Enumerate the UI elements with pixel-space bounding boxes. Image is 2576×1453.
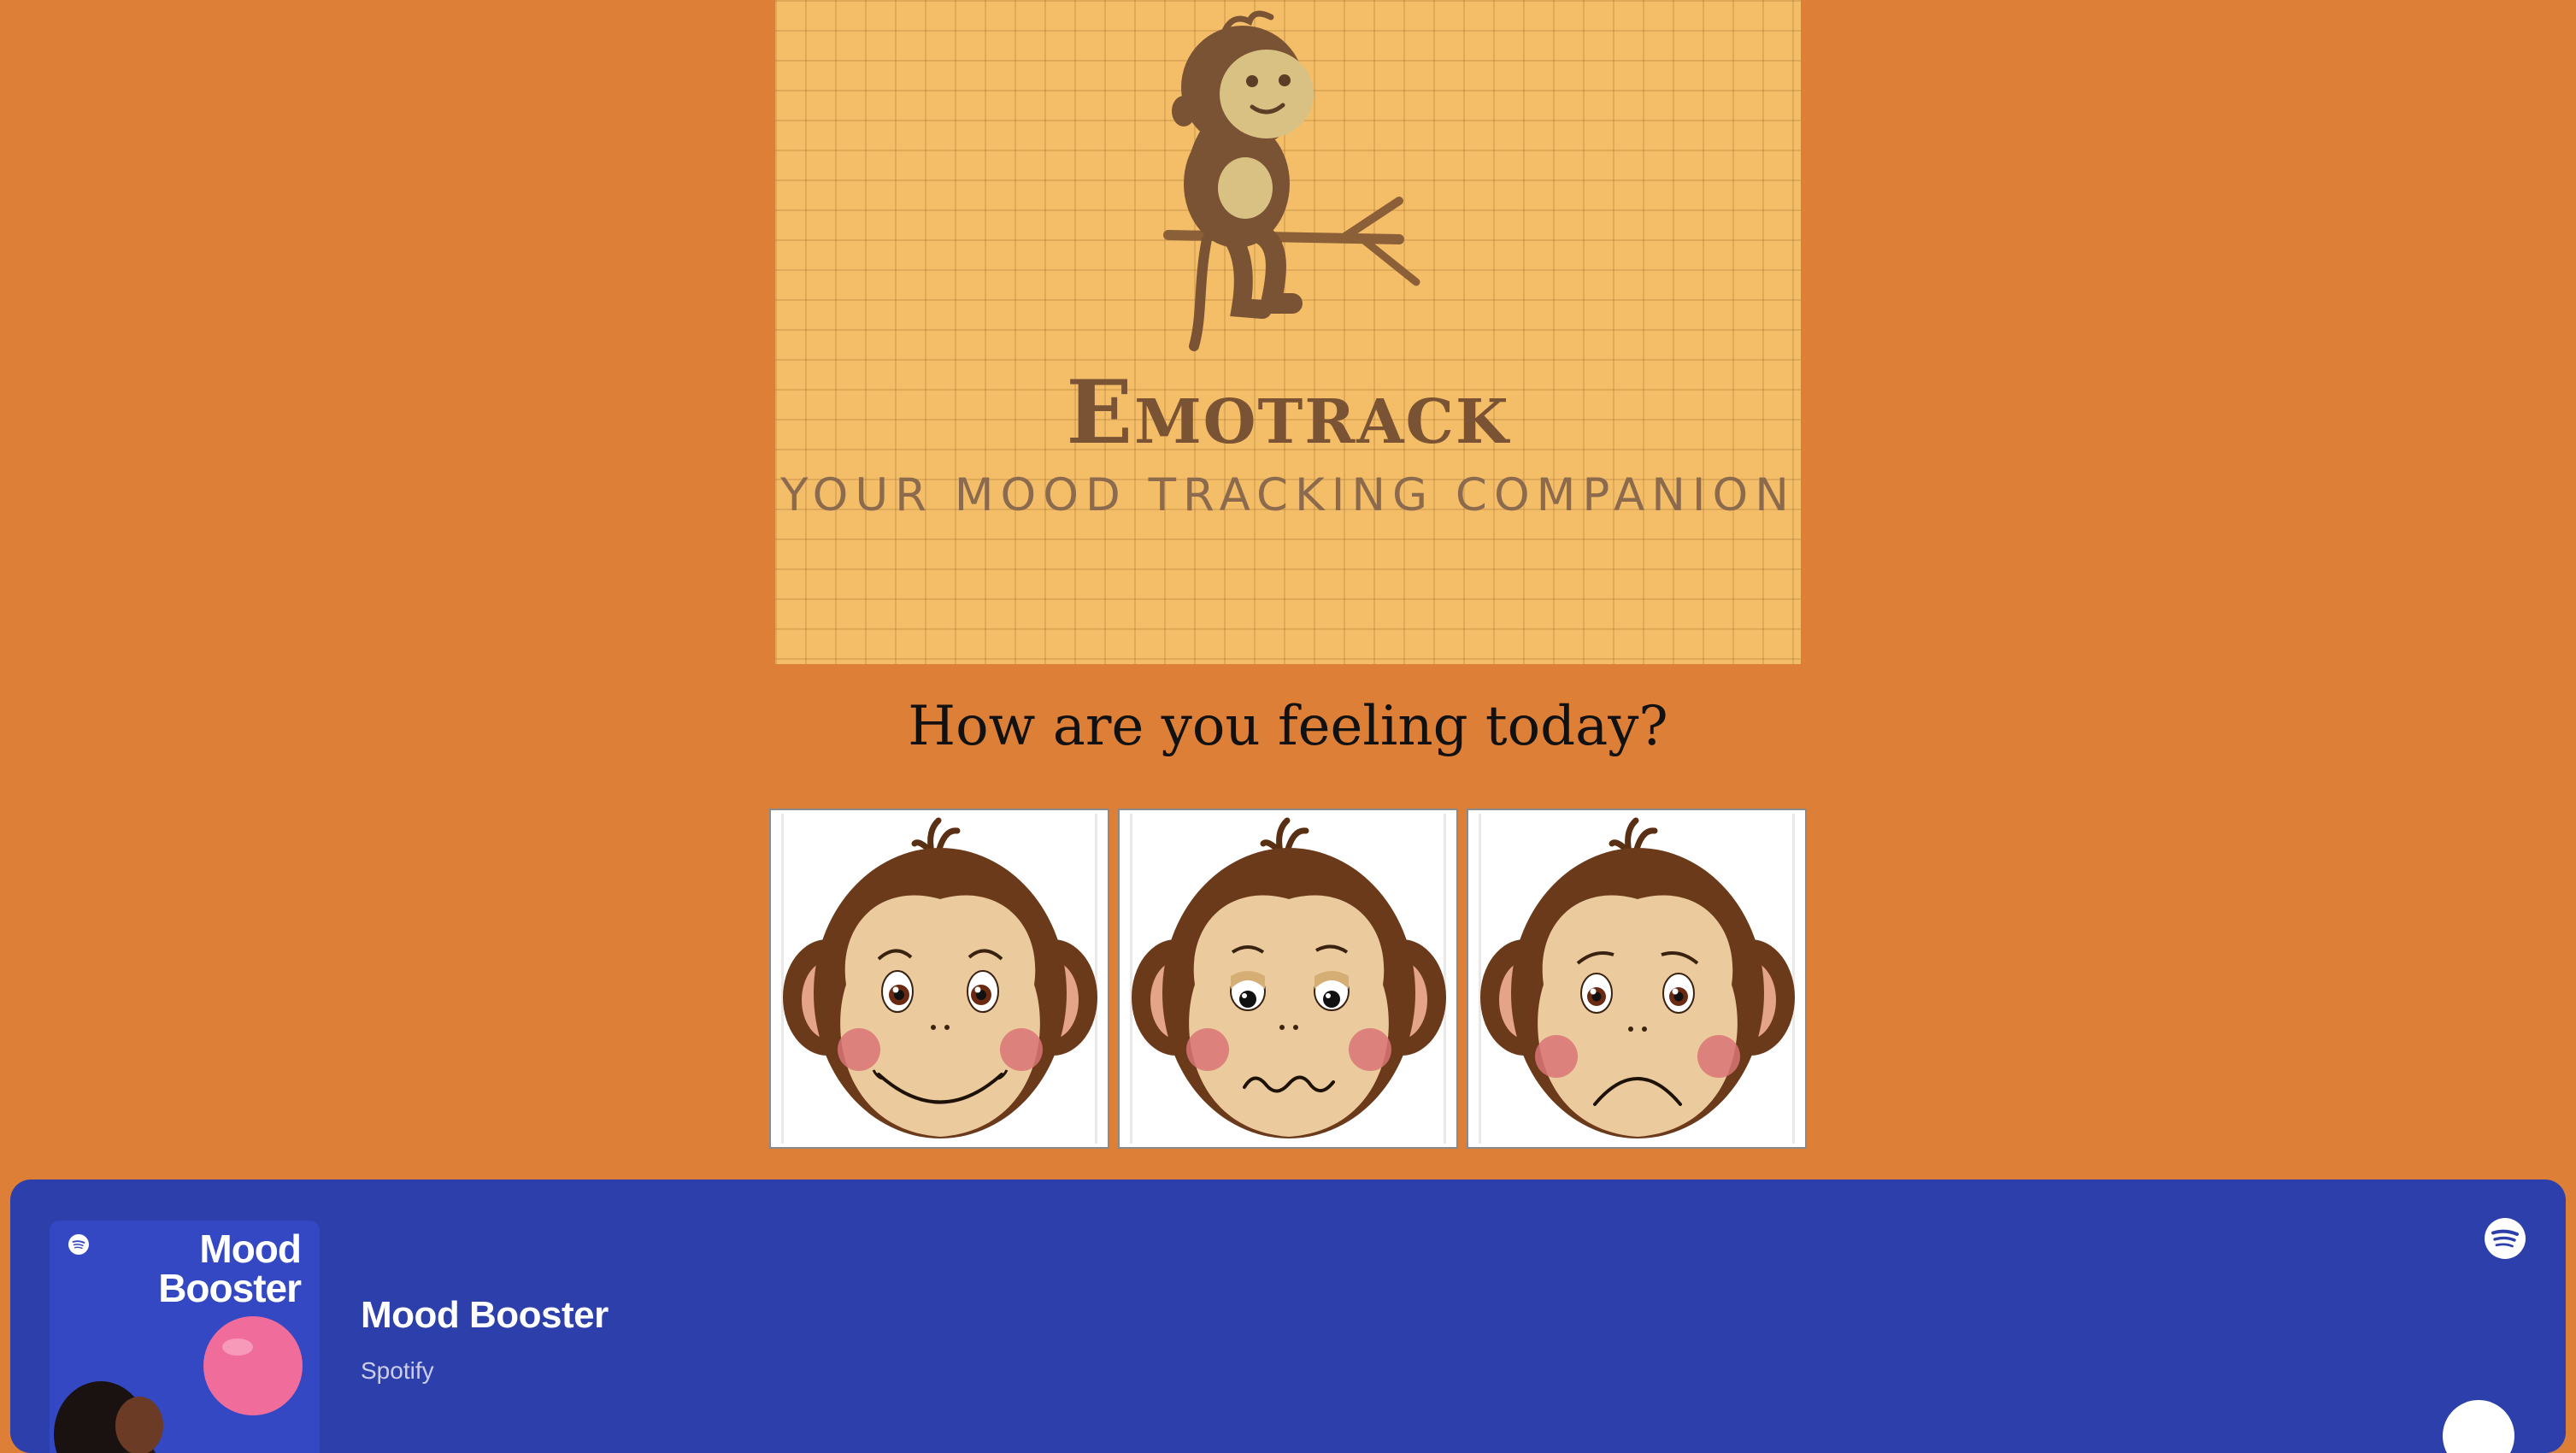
playlist-title[interactable]: Mood Booster <box>361 1297 609 1334</box>
happy-monkey-icon <box>783 817 1097 1138</box>
monkey-logo-icon <box>1163 10 1420 351</box>
mood-options <box>769 809 1807 1149</box>
playlist-owner[interactable]: Spotify <box>361 1359 434 1383</box>
mood-option-happy[interactable] <box>769 809 1109 1149</box>
mood-option-sad[interactable] <box>1467 809 1807 1149</box>
logo-title: Emotrack <box>1066 362 1510 464</box>
mood-option-meh[interactable] <box>1118 809 1458 1149</box>
mood-question: How are you feeling today? <box>908 695 1668 758</box>
logo-subtitle: YOUR MOOD TRACKING COMPANION <box>780 469 1796 521</box>
sad-monkey-icon <box>1480 817 1795 1138</box>
spotify-embed[interactable]: Mood Booster Mood Booster Spotify <box>10 1179 2566 1453</box>
cover-title: Mood Booster <box>158 1227 302 1310</box>
meh-monkey-icon <box>1132 817 1446 1138</box>
spotify-icon[interactable] <box>2484 1217 2526 1260</box>
playlist-cover-art[interactable]: Mood Booster <box>50 1221 320 1453</box>
play-button-icon[interactable] <box>2443 1400 2514 1453</box>
logo-banner: Emotrack YOUR MOOD TRACKING COMPANION <box>775 0 1801 664</box>
